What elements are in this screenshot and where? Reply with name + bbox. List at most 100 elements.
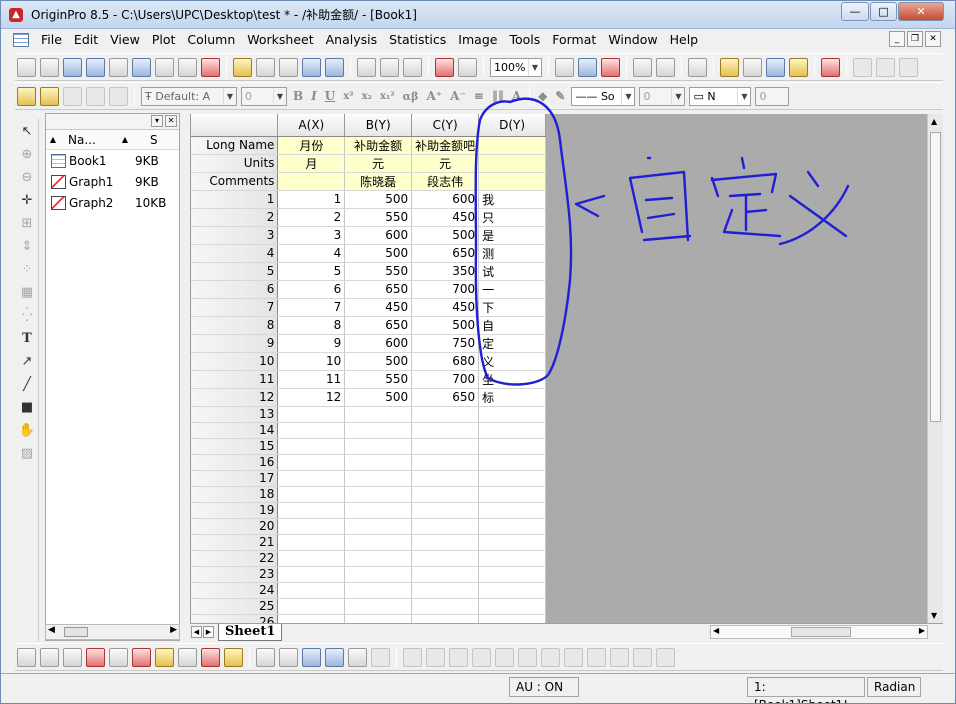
data-cell[interactable]: 6: [277, 280, 346, 299]
data-cell[interactable]: [277, 470, 346, 487]
project-item-graph2[interactable]: Graph2 10KB: [46, 192, 179, 213]
script-window-icon[interactable]: [656, 57, 675, 77]
row-number[interactable]: 16: [191, 454, 279, 471]
data-cell[interactable]: 500: [344, 388, 413, 407]
row-number[interactable]: 9: [191, 334, 279, 353]
message-log-icon[interactable]: [766, 57, 785, 77]
data-cell[interactable]: 700: [411, 370, 480, 389]
data-cell[interactable]: 标: [478, 388, 546, 407]
data-cell[interactable]: [344, 614, 413, 623]
data-cell[interactable]: 是: [478, 226, 546, 245]
line-plot-icon[interactable]: [17, 647, 36, 667]
column-header[interactable]: B(Y): [344, 114, 413, 137]
data-cell[interactable]: 测: [478, 244, 546, 263]
font-select[interactable]: Ŧ Default: A ▼: [141, 86, 237, 106]
mdi-close-button[interactable]: ✕: [925, 31, 941, 47]
data-cell[interactable]: 1: [277, 190, 346, 209]
data-cell[interactable]: 坐: [478, 370, 546, 389]
meta-cell[interactable]: 月份: [277, 136, 346, 155]
row-number[interactable]: 5: [191, 262, 279, 281]
new-excel-icon[interactable]: [86, 57, 105, 77]
data-cell[interactable]: 12: [277, 388, 346, 407]
data-cell[interactable]: [344, 534, 413, 551]
data-cell[interactable]: [344, 454, 413, 471]
data-cell[interactable]: [277, 406, 346, 423]
data-cell[interactable]: [277, 566, 346, 583]
line-color-icon[interactable]: ✎: [555, 89, 565, 103]
fill-pattern-select[interactable]: ▭ N ▼: [689, 86, 752, 106]
decrease-font-icon[interactable]: A⁻: [450, 89, 466, 103]
data-cell[interactable]: [478, 566, 546, 583]
template-library-icon[interactable]: [224, 647, 243, 667]
data-cell[interactable]: [411, 614, 480, 623]
data-cell[interactable]: [411, 502, 480, 519]
greek-icon[interactable]: αβ: [403, 90, 419, 103]
data-cell[interactable]: 550: [344, 262, 413, 281]
batch-process-icon[interactable]: [458, 57, 477, 77]
multi-panel-icon[interactable]: [109, 647, 128, 667]
duplicate-icon[interactable]: [601, 57, 620, 77]
data-cell[interactable]: [478, 438, 546, 455]
row-number[interactable]: 3: [191, 226, 279, 245]
data-reader-tool-icon[interactable]: ⊞: [18, 215, 36, 233]
first-sheet-icon[interactable]: ◀: [191, 626, 202, 638]
open-template-icon[interactable]: [256, 57, 275, 77]
underline-icon[interactable]: U: [325, 89, 335, 103]
data-cell[interactable]: 我: [478, 190, 546, 209]
data-cell[interactable]: 650: [344, 316, 413, 335]
pointer-mode-icon[interactable]: [40, 86, 59, 106]
superscript-icon[interactable]: x²: [343, 91, 353, 102]
data-cell[interactable]: [411, 550, 480, 567]
open-icon[interactable]: [233, 57, 252, 77]
menu-image[interactable]: Image: [452, 30, 503, 50]
vertical-scrollbar[interactable]: ▲ ▼: [927, 114, 943, 623]
scroll-down-icon[interactable]: ▼: [931, 611, 937, 620]
meta-cell[interactable]: [478, 154, 546, 173]
data-cell[interactable]: 650: [411, 388, 480, 407]
project-explorer-scrollbar[interactable]: ◀ ▶: [45, 624, 180, 640]
data-cell[interactable]: 10: [277, 352, 346, 371]
workbook-menu-icon[interactable]: [13, 33, 29, 47]
meta-cell[interactable]: [478, 172, 546, 191]
row-number[interactable]: 12: [191, 388, 279, 407]
row-number[interactable]: 10: [191, 352, 279, 371]
horizontal-scrollbar[interactable]: ◀ ▶: [710, 625, 928, 639]
save-template-icon[interactable]: [325, 57, 344, 77]
data-cell[interactable]: 500: [344, 190, 413, 209]
project-explorer-icon[interactable]: [688, 57, 707, 77]
minimize-button[interactable]: —: [841, 2, 869, 21]
data-cell[interactable]: [277, 438, 346, 455]
row-number[interactable]: 6: [191, 280, 279, 299]
data-cell[interactable]: [344, 582, 413, 599]
data-cell[interactable]: 500: [411, 226, 480, 245]
align-icon[interactable]: ≡: [474, 89, 484, 103]
data-cell[interactable]: [411, 422, 480, 439]
data-cell[interactable]: 4: [277, 244, 346, 263]
code-builder-icon[interactable]: [633, 57, 652, 77]
data-cell[interactable]: 700: [411, 280, 480, 299]
row-number[interactable]: 8: [191, 316, 279, 335]
data-cell[interactable]: [277, 518, 346, 535]
zoom-out-tool-icon[interactable]: ⊖: [18, 169, 36, 187]
row-number[interactable]: 26: [191, 614, 279, 623]
data-cell[interactable]: 试: [478, 262, 546, 281]
data-cell[interactable]: 450: [344, 298, 413, 317]
row-number[interactable]: 18: [191, 486, 279, 503]
line-style-select[interactable]: —— So ▼: [571, 86, 636, 106]
menu-file[interactable]: File: [35, 30, 68, 50]
text-tool-icon[interactable]: T: [18, 330, 36, 348]
data-cell[interactable]: [277, 614, 346, 623]
data-cell[interactable]: 450: [411, 208, 480, 227]
meta-cell[interactable]: 元: [411, 154, 480, 173]
meta-cell[interactable]: 陈晓磊: [344, 172, 413, 191]
scroll-right-icon[interactable]: ▶: [170, 625, 177, 635]
menu-window[interactable]: Window: [602, 30, 663, 50]
origin-app-icon[interactable]: ▲: [9, 7, 23, 22]
project-item-graph1[interactable]: Graph1 9KB: [46, 171, 179, 192]
data-selector-tool-icon[interactable]: ⇕: [18, 238, 36, 256]
font-color-icon[interactable]: A: [512, 89, 521, 103]
font-size-select[interactable]: 0 ▼: [241, 86, 287, 106]
data-cell[interactable]: [411, 598, 480, 615]
quick-help-icon[interactable]: [789, 57, 808, 77]
scroll-left-icon[interactable]: ◀: [713, 626, 719, 635]
